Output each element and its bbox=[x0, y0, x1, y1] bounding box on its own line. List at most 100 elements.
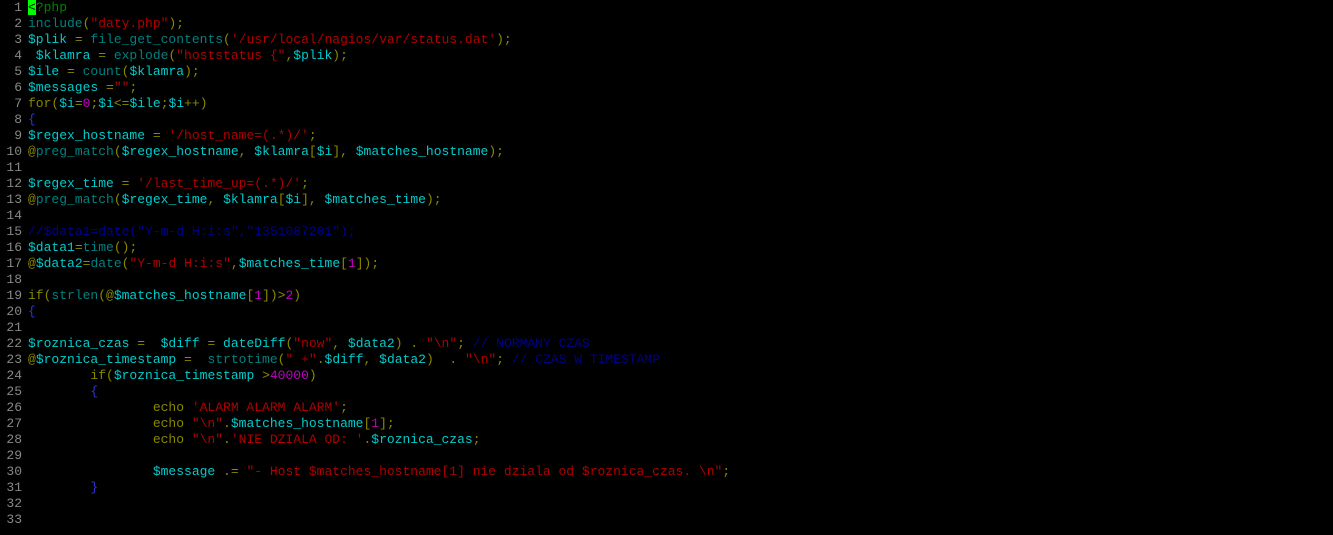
code-line[interactable]: 2include("daty.php"); bbox=[0, 16, 1333, 32]
code-line[interactable]: 21 bbox=[0, 320, 1333, 336]
code-content[interactable]: echo 'ALARM ALARM ALARM'; bbox=[28, 400, 348, 416]
token-op: = bbox=[75, 96, 83, 111]
token-php: ?php bbox=[36, 0, 67, 15]
token-brace: { bbox=[28, 384, 98, 399]
token-op: ) . bbox=[395, 336, 426, 351]
token-op: ]); bbox=[356, 256, 379, 271]
code-content[interactable]: $plik = file_get_contents('/usr/local/na… bbox=[28, 32, 512, 48]
code-line[interactable]: 1<?php bbox=[0, 0, 1333, 16]
code-line[interactable]: 33 bbox=[0, 512, 1333, 528]
code-line[interactable]: 12$regex_time = '/last_time_up=(.*)/'; bbox=[0, 176, 1333, 192]
token-str: "\n" bbox=[465, 352, 496, 367]
code-content[interactable]: //$data1=date("Y-m-d H:i:s","1351087201"… bbox=[28, 224, 356, 240]
code-line[interactable]: 27 echo "\n".$matches_hostname[1]; bbox=[0, 416, 1333, 432]
token-op: ; bbox=[301, 176, 309, 191]
token-special: echo bbox=[28, 416, 192, 431]
code-content[interactable]: { bbox=[28, 112, 36, 128]
token-str: "\n" bbox=[192, 432, 223, 447]
code-line[interactable]: 6$messages =""; bbox=[0, 80, 1333, 96]
code-line[interactable]: 32 bbox=[0, 496, 1333, 512]
token-op: , bbox=[231, 256, 239, 271]
code-line[interactable]: 22$roznica_czas = $diff = dateDiff("now"… bbox=[0, 336, 1333, 352]
code-line[interactable]: 13@preg_match($regex_time, $klamra[$i], … bbox=[0, 192, 1333, 208]
token-comment: // NORMANY CZAS bbox=[473, 336, 590, 351]
token-str: "\n" bbox=[426, 336, 457, 351]
token-str: "- Host $matches_hostname[1] nie dziala … bbox=[246, 464, 722, 479]
code-content[interactable]: @$data2=date("Y-m-d H:i:s",$matches_time… bbox=[28, 256, 379, 272]
line-number: 11 bbox=[0, 160, 28, 176]
token-op: (@ bbox=[98, 288, 114, 303]
token-var: $data2 bbox=[36, 256, 83, 271]
code-content[interactable]: $roznica_czas = $diff = dateDiff("now", … bbox=[28, 336, 590, 352]
line-number: 18 bbox=[0, 272, 28, 288]
code-line[interactable]: 31 } bbox=[0, 480, 1333, 496]
code-editor[interactable]: 1<?php2include("daty.php");3$plik = file… bbox=[0, 0, 1333, 528]
code-line[interactable]: 14 bbox=[0, 208, 1333, 224]
token-str: "Y-m-d H:i:s" bbox=[129, 256, 230, 271]
code-line[interactable]: 19if(strlen(@$matches_hostname[1])>2) bbox=[0, 288, 1333, 304]
code-content[interactable]: if(strlen(@$matches_hostname[1])>2) bbox=[28, 288, 301, 304]
code-line[interactable]: 8{ bbox=[0, 112, 1333, 128]
line-number: 23 bbox=[0, 352, 28, 368]
token-op: , bbox=[207, 192, 223, 207]
token-var: $plik bbox=[28, 32, 75, 47]
line-number: 24 bbox=[0, 368, 28, 384]
code-content[interactable]: $ile = count($klamra); bbox=[28, 64, 200, 80]
code-content[interactable]: $data1=time(); bbox=[28, 240, 137, 256]
token-op: <= bbox=[114, 96, 130, 111]
code-content[interactable]: $regex_hostname = '/host_name=(.*)/'; bbox=[28, 128, 317, 144]
code-line[interactable]: 17@$data2=date("Y-m-d H:i:s",$matches_ti… bbox=[0, 256, 1333, 272]
code-content[interactable]: { bbox=[28, 384, 98, 400]
code-content[interactable]: { bbox=[28, 304, 36, 320]
token-op: .= bbox=[223, 464, 246, 479]
line-number: 9 bbox=[0, 128, 28, 144]
code-line[interactable]: 23@$roznica_timestamp = strtotime(" +".$… bbox=[0, 352, 1333, 368]
code-line[interactable]: 9$regex_hostname = '/host_name=(.*)/'; bbox=[0, 128, 1333, 144]
code-line[interactable]: 7for($i=0;$i<=$ile;$i++) bbox=[0, 96, 1333, 112]
token-str: "hoststatus {" bbox=[176, 48, 285, 63]
code-content[interactable]: include("daty.php"); bbox=[28, 16, 184, 32]
code-content[interactable]: @preg_match($regex_hostname, $klamra[$i]… bbox=[28, 144, 504, 160]
code-content[interactable]: } bbox=[28, 480, 98, 496]
token-special: echo bbox=[28, 432, 192, 447]
code-line[interactable]: 25 { bbox=[0, 384, 1333, 400]
token-var: $regex_time bbox=[122, 192, 208, 207]
code-line[interactable]: 5$ile = count($klamra); bbox=[0, 64, 1333, 80]
code-content[interactable]: $messages =""; bbox=[28, 80, 137, 96]
token-var: $ile bbox=[129, 96, 160, 111]
code-line[interactable]: 24 if($roznica_timestamp >40000) bbox=[0, 368, 1333, 384]
line-number: 5 bbox=[0, 64, 28, 80]
code-content[interactable]: for($i=0;$i<=$ile;$i++) bbox=[28, 96, 208, 112]
code-content[interactable]: @preg_match($regex_time, $klamra[$i], $m… bbox=[28, 192, 442, 208]
code-content[interactable]: <?php bbox=[28, 0, 67, 16]
code-line[interactable]: 4 $klamra = explode("hoststatus {",$plik… bbox=[0, 48, 1333, 64]
token-op: = bbox=[153, 128, 169, 143]
code-content[interactable]: $klamra = explode("hoststatus {",$plik); bbox=[28, 48, 348, 64]
code-content[interactable]: echo "\n".'NIE DZIALA OD: '.$roznica_cza… bbox=[28, 432, 481, 448]
code-line[interactable]: 30 $message .= "- Host $matches_hostname… bbox=[0, 464, 1333, 480]
code-content[interactable]: @$roznica_timestamp = strtotime(" +".$di… bbox=[28, 352, 660, 368]
code-line[interactable]: 28 echo "\n".'NIE DZIALA OD: '.$roznica_… bbox=[0, 432, 1333, 448]
line-number: 2 bbox=[0, 16, 28, 32]
line-number: 17 bbox=[0, 256, 28, 272]
code-line[interactable]: 15//$data1=date("Y-m-d H:i:s","135108720… bbox=[0, 224, 1333, 240]
code-line[interactable]: 3$plik = file_get_contents('/usr/local/n… bbox=[0, 32, 1333, 48]
line-number: 26 bbox=[0, 400, 28, 416]
line-number: 25 bbox=[0, 384, 28, 400]
token-var: $data2 bbox=[348, 336, 395, 351]
line-number: 7 bbox=[0, 96, 28, 112]
token-var: $diff bbox=[161, 336, 208, 351]
code-content[interactable]: $regex_time = '/last_time_up=(.*)/'; bbox=[28, 176, 309, 192]
token-cursor: < bbox=[28, 0, 36, 15]
code-content[interactable]: if($roznica_timestamp >40000) bbox=[28, 368, 317, 384]
code-content[interactable]: $message .= "- Host $matches_hostname[1]… bbox=[28, 464, 730, 480]
code-line[interactable]: 10@preg_match($regex_hostname, $klamra[$… bbox=[0, 144, 1333, 160]
code-line[interactable]: 20{ bbox=[0, 304, 1333, 320]
code-line[interactable]: 29 bbox=[0, 448, 1333, 464]
token-var: $diff bbox=[325, 352, 364, 367]
code-content[interactable]: echo "\n".$matches_hostname[1]; bbox=[28, 416, 395, 432]
code-line[interactable]: 11 bbox=[0, 160, 1333, 176]
code-line[interactable]: 16$data1=time(); bbox=[0, 240, 1333, 256]
code-line[interactable]: 18 bbox=[0, 272, 1333, 288]
code-line[interactable]: 26 echo 'ALARM ALARM ALARM'; bbox=[0, 400, 1333, 416]
